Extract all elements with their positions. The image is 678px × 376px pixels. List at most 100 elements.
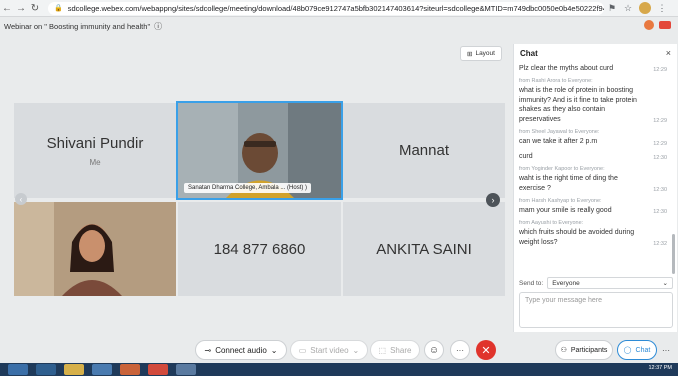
folder-icon[interactable] [64, 364, 84, 375]
chat-title: Chat [520, 48, 538, 58]
chat-message-time: 12:30 [653, 209, 667, 216]
send-to-select[interactable]: Everyone ⌄ [547, 277, 673, 289]
chat-message: from Yoginder Kapoor to Everyone: waht i… [519, 166, 667, 193]
close-icon[interactable]: × [666, 48, 671, 58]
layout-button[interactable]: ⊞ Layout [460, 46, 502, 61]
star-icon[interactable]: ☆ [620, 3, 636, 14]
emoji-icon: ☺ [428, 344, 440, 356]
status-badge [659, 21, 671, 29]
chat-scrollbar[interactable] [672, 234, 675, 274]
chat-message-sender: from Aayushi to Everyone: [519, 220, 584, 227]
ellipsis-icon: ··· [456, 345, 464, 355]
share-button[interactable]: ⬚ Share [370, 340, 420, 360]
reload-icon[interactable]: ↻ [28, 0, 42, 17]
participant-name: Mannat [398, 142, 450, 159]
connect-audio-button[interactable]: ⊸ Connect audio ⌄ [195, 340, 287, 360]
chevron-down-icon: ⌄ [662, 280, 668, 287]
chat-message-text: mam your smile is really good [519, 206, 612, 214]
participants-label: Participants [570, 346, 608, 354]
layout-label: Layout [475, 50, 495, 57]
chat-message-text: what is the role of protein in boosting … [519, 87, 637, 123]
send-to-row: Send to: Everyone ⌄ [519, 276, 673, 290]
chat-message: from Rashi Arora to Everyone: what is th… [519, 78, 667, 124]
chevron-down-icon: ⌄ [352, 345, 360, 355]
chat-message-sender: from Rashi Arora to Everyone: [519, 78, 593, 85]
lock-icon: 🔒 [54, 5, 63, 12]
chat-message-time: 12:32 [653, 241, 667, 248]
start-video-button[interactable]: ▭ Start video ⌄ [290, 340, 368, 360]
profile-avatar[interactable] [639, 2, 651, 14]
chat-button[interactable]: ◯ Chat [617, 340, 657, 360]
connect-audio-label: Connect audio [215, 345, 267, 355]
send-to-value: Everyone [552, 279, 580, 287]
leave-meeting-button[interactable]: ✕ [476, 340, 496, 360]
recording-icon[interactable] [644, 20, 654, 30]
chat-message: from Aayushi to Everyone: which fruits s… [519, 220, 667, 247]
extension-icon[interactable]: ⚑ [604, 3, 620, 14]
reactions-button[interactable]: ☺ [424, 340, 444, 360]
share-label: Share [390, 345, 412, 355]
forward-icon[interactable]: → [14, 0, 28, 17]
chat-message-text: curd [519, 152, 533, 160]
taskbar-clock: 12:37 PM [648, 365, 672, 371]
chat-message-sender: from Yoginder Kapoor to Everyone: [519, 166, 605, 173]
more-options-button[interactable]: ··· [450, 340, 470, 360]
menu-icon[interactable]: ⋮ [654, 3, 670, 14]
chat-message-text: Plz clear the myths about curd [519, 65, 614, 72]
host-label: Sanatan Dharma College, Ambala ... (Host… [184, 183, 312, 193]
media-icon[interactable] [92, 364, 112, 375]
chat-message: Plz clear the myths about curd 12:29 [519, 64, 667, 73]
chat-message-time: 12:29 [653, 118, 667, 125]
participant-sub: Me [89, 157, 101, 167]
video-icon: ▭ [298, 345, 307, 355]
meeting-header: Webinar on " Boosting immunity and healt… [0, 17, 678, 35]
next-page-icon[interactable]: › [486, 193, 500, 207]
back-icon[interactable]: ← [0, 0, 14, 17]
more-panel-options-button[interactable]: ··· [659, 340, 673, 360]
firefox-icon[interactable] [120, 364, 140, 375]
chat-bubble-icon: ◯ [623, 347, 632, 354]
participant-video-feed [14, 202, 176, 296]
video-tile-mannat[interactable]: Mannat [343, 103, 505, 198]
chat-message: from Sheel Jayawal to Everyone: can we t… [519, 129, 667, 146]
meeting-title: Webinar on " Boosting immunity and healt… [4, 21, 151, 31]
url-text: sdcollege.webex.com/webappng/sites/sdcol… [67, 3, 604, 13]
start-icon[interactable] [8, 364, 28, 375]
video-tile-phone[interactable]: 184 877 6860 [178, 202, 341, 296]
participant-name: 184 877 6860 [213, 240, 306, 258]
share-icon: ⬚ [378, 345, 387, 355]
chat-message-time: 12:29 [653, 140, 667, 147]
chat-message-text: which fruits should be avoided during we… [519, 229, 635, 246]
address-bar[interactable]: 🔒 sdcollege.webex.com/webappng/sites/sdc… [48, 1, 604, 15]
chat-message-input[interactable]: Type your message here [519, 292, 673, 328]
info-icon[interactable]: ⓘ [154, 21, 162, 32]
chat-label: Chat [635, 346, 651, 354]
chat-message-time: 12:30 [653, 186, 667, 193]
send-to-label: Send to: [519, 279, 544, 287]
video-tile-host[interactable]: Sanatan Dharma College, Ambala ... (Host… [176, 101, 343, 200]
start-video-label: Start video [310, 345, 349, 355]
browser-toolbar: ← → ↻ 🔒 sdcollege.webex.com/webappng/sit… [0, 0, 678, 17]
chat-message-list[interactable]: Plz clear the myths about curd 12:29 fro… [514, 62, 672, 276]
previous-page-icon[interactable]: ‹ [15, 193, 27, 205]
video-tile-participant[interactable] [14, 202, 176, 296]
grid-icon: ⊞ [467, 50, 473, 58]
chrome-icon[interactable] [148, 364, 168, 375]
chat-message: curd 12:30 [519, 152, 667, 161]
participant-name: Shivani Pundir [46, 134, 144, 152]
chat-message-sender: from Harsh Kashyap to Everyone: [519, 197, 602, 204]
chevron-down-icon: ⌄ [270, 345, 278, 355]
chat-message-text: can we take it after 2 p.m [519, 138, 598, 146]
app-icon[interactable] [176, 364, 196, 375]
chat-header: Chat × [514, 44, 677, 62]
audio-icon: ⊸ [204, 345, 212, 355]
os-taskbar: 12:37 PM [0, 363, 678, 376]
chat-message-time: 12:29 [653, 67, 667, 74]
ie-icon[interactable] [36, 364, 56, 375]
participants-button[interactable]: ⚇ Participants [555, 340, 613, 360]
close-icon: ✕ [481, 344, 491, 357]
people-icon: ⚇ [560, 347, 567, 354]
chat-message: from Harsh Kashyap to Everyone: mam your… [519, 198, 667, 215]
video-tile-ankita[interactable]: ANKITA SAINI [343, 202, 505, 296]
video-tile-shivani[interactable]: Shivani Pundir Me [14, 103, 176, 198]
